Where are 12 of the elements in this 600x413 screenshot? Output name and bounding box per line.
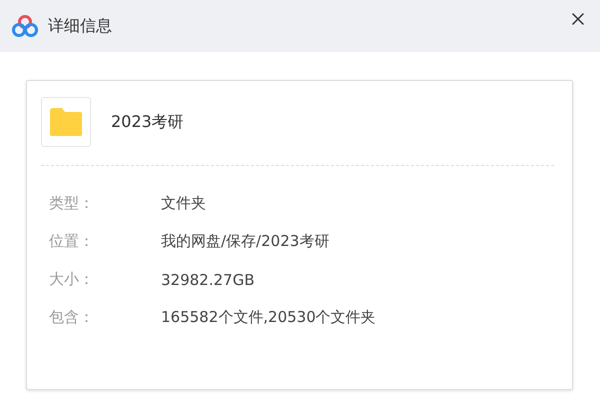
window-title: 详细信息	[48, 16, 113, 36]
folder-icon	[48, 107, 84, 137]
detail-value: 我的网盘/保存/2023考研	[161, 232, 330, 251]
detail-value: 32982.27GB	[161, 270, 254, 288]
detail-label: 类型：	[49, 194, 95, 213]
detail-label: 大小：	[49, 270, 95, 289]
detail-value: 文件夹	[161, 194, 206, 213]
detail-value: 165582个文件,20530个文件夹	[161, 308, 376, 327]
detail-label: 包含：	[49, 308, 95, 327]
detail-label: 位置：	[49, 232, 95, 251]
logo-icon	[12, 15, 38, 37]
folder-name: 2023考研	[111, 112, 184, 132]
